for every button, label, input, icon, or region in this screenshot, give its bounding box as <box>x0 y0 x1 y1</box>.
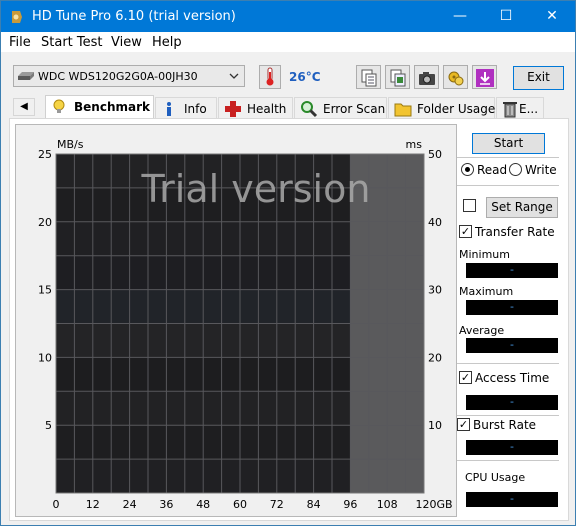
x-tick-label: 96 <box>343 498 357 511</box>
y-right-tick-label: 40 <box>428 216 442 229</box>
access-time-checkbox[interactable]: ✓ <box>459 371 472 384</box>
read-label: Read <box>477 163 508 177</box>
lightbulb-icon <box>53 99 65 113</box>
x-tick-label: 0 <box>53 498 60 511</box>
app-icon <box>12 11 22 23</box>
trash-icon <box>503 102 517 118</box>
left-axis-unit: MB/s <box>57 138 84 151</box>
app-window: HD Tune Pro 6.10 (trial version) — ☐ ✕ F… <box>0 0 576 526</box>
drive-name: WDC WDS120G2G0A-00JH30 <box>38 70 198 83</box>
start-button[interactable]: Start <box>472 133 545 154</box>
title-bar[interactable]: HD Tune Pro 6.10 (trial version) — ☐ ✕ <box>1 1 575 32</box>
divider <box>457 460 559 461</box>
set-range-checkbox[interactable] <box>463 199 476 212</box>
x-tick-label: 84 <box>307 498 321 511</box>
y-left-tick-label: 10 <box>38 351 52 364</box>
y-left-tick-label: 25 <box>38 148 52 161</box>
menu-start-test[interactable]: Start Test <box>41 35 103 50</box>
thermometer-icon <box>259 65 281 89</box>
y-left-tick-label: 15 <box>38 284 52 297</box>
write-label: Write <box>525 163 557 177</box>
benchmark-chart: Trial version MB/s ms 5 10 15 20 25 10 20 30 40 50 0 1… <box>38 138 453 511</box>
minimum-label: Minimum <box>459 248 510 261</box>
tab-benchmark[interactable]: Benchmark <box>45 95 154 119</box>
average-value: - <box>466 338 558 353</box>
transfer-rate-checkbox[interactable]: ✓ <box>459 225 472 238</box>
x-tick-label: 120GB <box>415 498 452 511</box>
maximum-label: Maximum <box>459 285 514 298</box>
window-title: HD Tune Pro 6.10 (trial version) <box>32 9 236 24</box>
copy-info-button[interactable] <box>356 65 381 89</box>
options-icon <box>448 71 464 86</box>
tab-health[interactable]: Health <box>218 97 293 118</box>
menu-file[interactable]: File <box>9 35 31 50</box>
copy-screenshot-button[interactable] <box>385 65 410 89</box>
y-left-tick-label: 20 <box>38 216 52 229</box>
drive-icon <box>18 72 34 80</box>
minimize-button[interactable]: — <box>437 1 483 32</box>
burst-rate-checkbox[interactable]: ✓ <box>457 418 470 431</box>
access-time-label: Access Time <box>475 371 550 385</box>
magnifier-icon <box>301 101 318 118</box>
menu-bar: File Start Test View Help <box>1 32 575 52</box>
watermark-text: Trial version <box>141 167 371 211</box>
x-tick-label: 72 <box>270 498 284 511</box>
chevron-down-icon <box>229 73 239 79</box>
tab-bar: ◀ Benchmark Info Health Error Scan Folde… <box>9 95 569 119</box>
average-label: Average <box>459 324 505 337</box>
save-icon <box>476 69 494 87</box>
right-axis-unit: ms <box>406 138 423 151</box>
x-tick-label: 48 <box>196 498 210 511</box>
tab-folder-usage[interactable]: Folder Usage <box>388 97 495 118</box>
info-icon <box>167 102 171 116</box>
x-tick-label: 12 <box>86 498 100 511</box>
y-right-tick-label: 30 <box>428 284 442 297</box>
tab-info[interactable]: Info <box>155 97 217 118</box>
burst-rate-label: Burst Rate <box>473 418 537 432</box>
x-tick-label: 60 <box>233 498 247 511</box>
tab-error-scan[interactable]: Error Scan <box>294 97 387 118</box>
divider <box>457 363 559 364</box>
cpu-usage-label: CPU Usage <box>465 471 526 484</box>
y-right-tick-label: 50 <box>428 148 442 161</box>
divider <box>457 415 559 416</box>
divider <box>457 185 559 186</box>
transfer-rate-label: Transfer Rate <box>475 225 555 239</box>
menu-help[interactable]: Help <box>152 35 182 50</box>
options-button[interactable] <box>443 65 468 89</box>
set-range-button[interactable]: Set Range <box>486 197 558 218</box>
write-radio[interactable] <box>509 163 522 176</box>
tab-extra[interactable]: E... <box>496 97 544 118</box>
tab-scroll-left-button[interactable]: ◀ <box>13 98 35 116</box>
y-left-tick-label: 5 <box>45 419 52 432</box>
temperature-readout: 26°C <box>289 70 321 84</box>
screenshot-button[interactable] <box>414 65 439 89</box>
divider <box>457 157 559 158</box>
menu-view[interactable]: View <box>111 35 142 50</box>
drive-select[interactable]: WDC WDS120G2G0A-00JH30 <box>13 65 245 87</box>
read-radio[interactable] <box>461 163 474 176</box>
x-tick-label: 36 <box>159 498 173 511</box>
y-right-tick-label: 20 <box>428 351 442 364</box>
health-cross-icon <box>225 101 241 117</box>
x-tick-label: 24 <box>123 498 137 511</box>
copy-info-icon <box>361 69 377 87</box>
x-tick-label: 108 <box>377 498 398 511</box>
burst-rate-value: - <box>466 440 558 455</box>
save-button[interactable] <box>472 65 497 89</box>
chart-frame: Trial version MB/s ms 5 10 15 20 25 10 20 30 40 50 0 1… <box>15 124 457 517</box>
maximum-value: - <box>466 300 558 315</box>
maximize-button[interactable]: ☐ <box>483 1 529 32</box>
minimum-value: - <box>466 263 558 278</box>
cpu-usage-value: - <box>466 492 558 507</box>
folder-icon <box>394 103 412 117</box>
copy-screenshot-icon <box>390 69 406 87</box>
access-time-value: - <box>466 395 558 410</box>
camera-icon <box>419 72 435 85</box>
y-right-tick-label: 10 <box>428 419 442 432</box>
close-button[interactable]: ✕ <box>529 1 575 32</box>
exit-button[interactable]: Exit <box>513 66 564 90</box>
